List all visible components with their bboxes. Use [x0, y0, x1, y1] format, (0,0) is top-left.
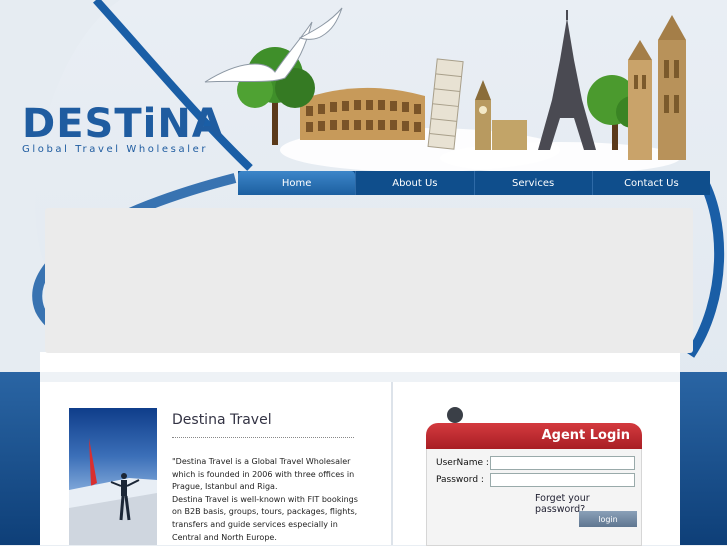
title-divider: [172, 437, 354, 438]
login-button[interactable]: login: [579, 511, 637, 527]
nav-item-contact-us[interactable]: Contact Us: [591, 171, 710, 195]
traveler-photo: [69, 408, 157, 545]
username-input[interactable]: [490, 456, 635, 470]
nav-item-about-us[interactable]: About Us: [355, 171, 473, 195]
content-paragraph-1: "Destina Travel is a Global Travel Whole…: [172, 457, 355, 492]
password-input[interactable]: [490, 473, 635, 487]
brand-logo[interactable]: DESTiNA Global Travel Wholesaler: [22, 104, 224, 155]
traveler-image-icon: [69, 438, 157, 545]
colosseum-illustration: [300, 87, 425, 140]
nav-item-home[interactable]: Home: [238, 171, 356, 195]
nav-item-services[interactable]: Services: [473, 171, 592, 195]
login-header: Agent Login: [426, 423, 642, 449]
main-nav: Home About Us Services Contact Us: [238, 171, 710, 195]
content-text: "Destina Travel is a Global Travel Whole…: [172, 456, 362, 544]
brand-tagline: Global Travel Wholesaler: [22, 144, 209, 155]
content-title: Destina Travel: [172, 412, 272, 428]
agent-login-panel: Agent Login UserName : Password : Forget…: [426, 407, 642, 546]
content-paragraph-2: Destina Travel is well-known with FIT bo…: [172, 494, 358, 542]
login-title: Agent Login: [541, 428, 630, 443]
password-label: Password :: [436, 475, 484, 485]
username-label: UserName :: [436, 458, 489, 468]
brand-name: DESTiNA: [22, 101, 224, 147]
banner-area: [45, 208, 693, 353]
login-form: UserName : Password : Forget your passwo…: [426, 449, 642, 546]
